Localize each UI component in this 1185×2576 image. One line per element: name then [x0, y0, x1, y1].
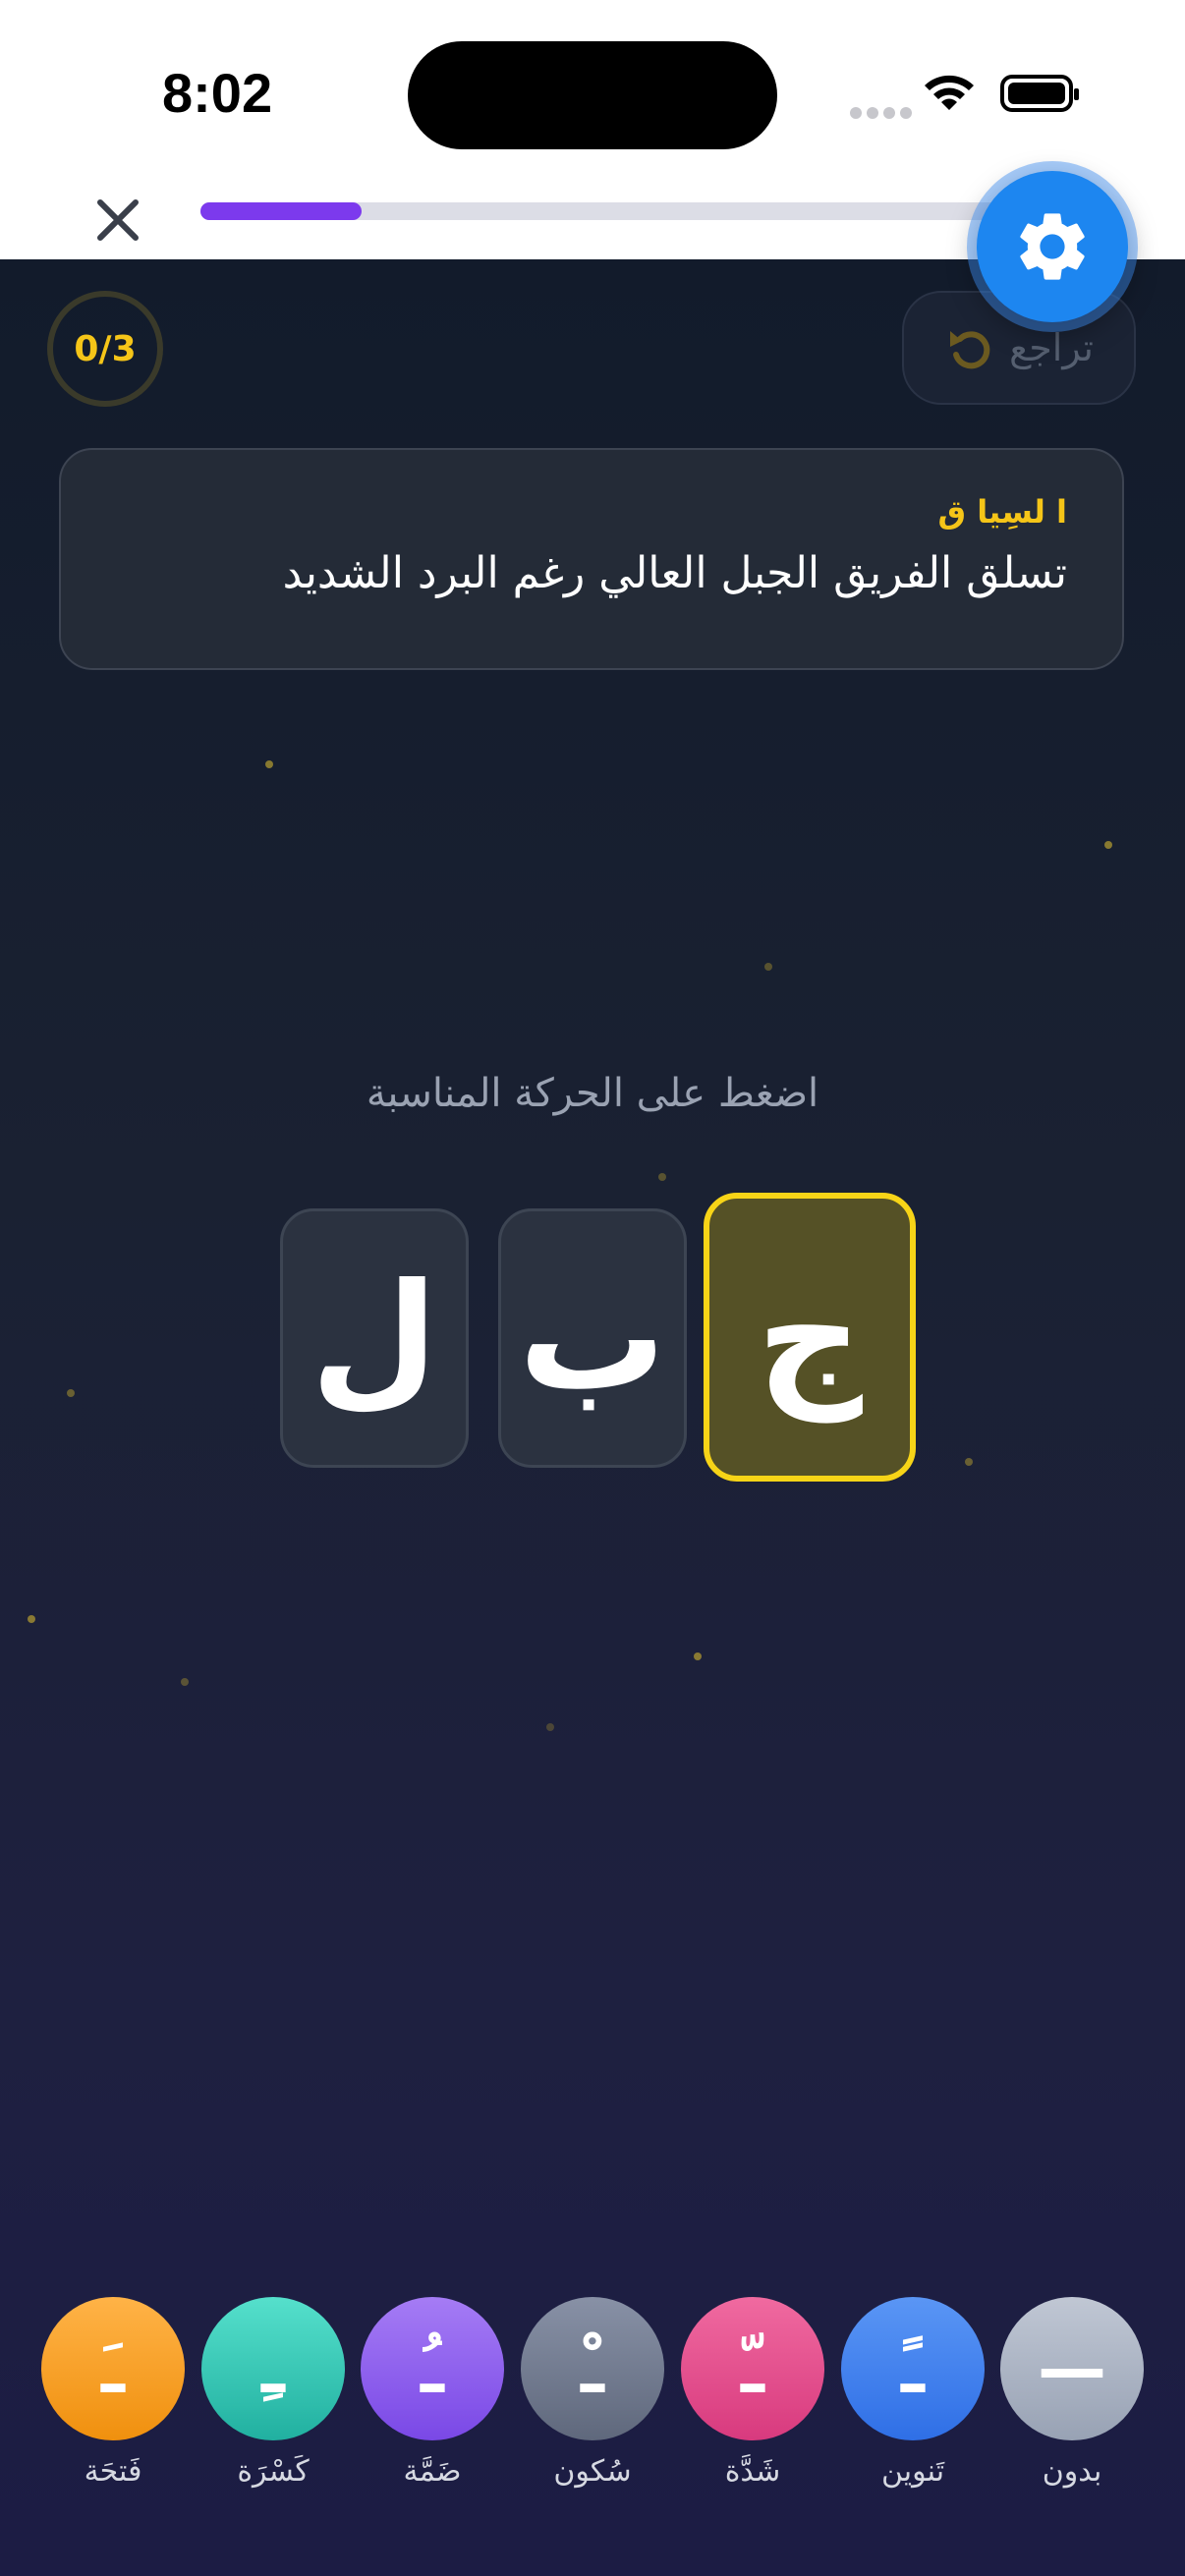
letter-tile[interactable]: ل	[280, 1208, 469, 1468]
haraka-button-fatha[interactable]: ـَ فَتحَة	[41, 2297, 185, 2489]
sparkle-particle	[28, 1615, 35, 1623]
close-icon[interactable]	[88, 191, 147, 250]
context-title: ا لسِيا ق	[937, 493, 1067, 531]
sparkle-particle	[546, 1723, 554, 1731]
sparkle-particle	[764, 963, 772, 971]
sparkle-particle	[67, 1389, 75, 1397]
status-bar: 8:02	[0, 0, 1185, 167]
sparkle-particle	[181, 1678, 189, 1686]
lesson-progress-fill	[200, 202, 362, 220]
haraka-button-tanween[interactable]: ـً تَنوين	[841, 2297, 985, 2489]
letter-tile-active[interactable]: ج	[704, 1193, 916, 1482]
letter-tile[interactable]: ب	[498, 1208, 687, 1468]
haraka-label: تَنوين	[880, 2454, 945, 2489]
gear-icon	[1020, 213, 1085, 280]
haraka-mark: ـَ	[41, 2297, 185, 2440]
haraka-mark: ـْ	[521, 2297, 664, 2440]
haraka-label: كَسْرَة	[237, 2454, 310, 2489]
score-counter: 0/3	[47, 291, 163, 407]
haraka-label: بدون	[1042, 2454, 1102, 2489]
harakat-selector: ـَ فَتحَة ـِ كَسْرَة ـُ ضَمَّة ـْ سُكون …	[0, 2297, 1185, 2493]
haraka-button-shadda[interactable]: ـّ شَدَّة	[681, 2297, 824, 2489]
haraka-mark: ـِ	[201, 2297, 345, 2440]
undo-label: تراجع	[1009, 326, 1094, 369]
lesson-progress-bar	[200, 202, 1006, 220]
sparkle-particle	[965, 1458, 973, 1466]
haraka-mark: —	[1000, 2297, 1144, 2440]
wifi-icon	[925, 75, 974, 110]
haraka-button-sukun[interactable]: ـْ سُكون	[521, 2297, 664, 2489]
haraka-button-kasra[interactable]: ـِ كَسْرَة	[201, 2297, 345, 2489]
dynamic-island	[408, 41, 777, 149]
instruction-text: اضغط على الحركة المناسبة	[366, 1071, 819, 1116]
haraka-mark: ـّ	[681, 2297, 824, 2440]
haraka-button-none[interactable]: — بدون	[1000, 2297, 1144, 2489]
settings-button[interactable]	[977, 171, 1128, 322]
sparkle-particle	[694, 1652, 702, 1660]
haraka-label: فَتحَة	[84, 2454, 142, 2489]
sparkle-particle	[658, 1173, 666, 1181]
haraka-mark: ـُ	[361, 2297, 504, 2440]
sparkle-particle	[265, 760, 273, 768]
haraka-button-damma[interactable]: ـُ ضَمَّة	[361, 2297, 504, 2489]
status-time: 8:02	[162, 62, 273, 124]
haraka-label: سُكون	[553, 2454, 632, 2489]
cellular-signal-icon	[850, 104, 917, 123]
haraka-label: شَدَّة	[724, 2454, 781, 2489]
sparkle-particle	[1104, 841, 1112, 849]
haraka-mark: ـً	[841, 2297, 985, 2440]
context-sentence: تسلق الفريق الجبل العالي رغم البرد الشدي…	[282, 548, 1067, 598]
context-card: ا لسِيا ق تسلق الفريق الجبل العالي رغم ا…	[59, 448, 1124, 670]
undo-icon	[950, 331, 990, 369]
haraka-label: ضَمَّة	[403, 2454, 462, 2489]
battery-icon	[1000, 75, 1079, 112]
